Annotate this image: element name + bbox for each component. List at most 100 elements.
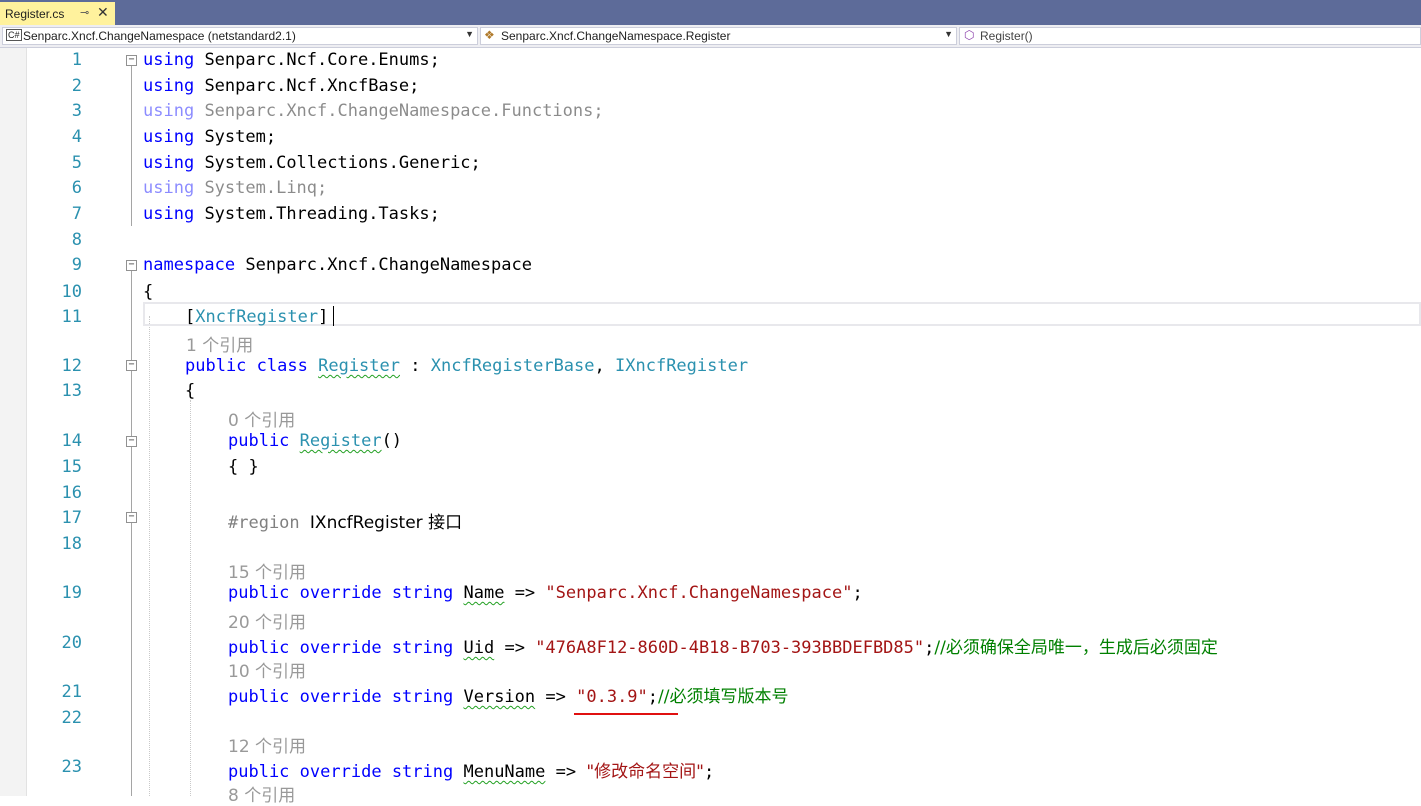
keyword: public <box>228 762 290 782</box>
line-number: 22 <box>61 708 82 728</box>
indent-guide <box>190 400 191 796</box>
keyword: string <box>391 687 454 707</box>
close-icon[interactable]: ✕ <box>97 4 109 21</box>
line-number: 4 <box>71 127 82 147</box>
identifier: System.Collections.Generic; <box>204 153 481 173</box>
operator: => <box>555 762 577 782</box>
keyword: using <box>143 101 195 121</box>
code-line-10: { <box>143 282 153 302</box>
operator: => <box>514 583 536 603</box>
line-number: 13 <box>61 381 82 401</box>
code-editor[interactable]: 1 2 3 4 5 6 7 8 9 10 11 12 13 14 15 16 1… <box>0 48 1421 806</box>
bracket: [ <box>185 307 196 327</box>
codelens-references[interactable]: 12 个引用 <box>228 732 306 757</box>
collapse-icon[interactable]: − <box>126 436 137 447</box>
keyword: using <box>143 153 195 173</box>
codelens-references[interactable]: 20 个引用 <box>228 608 306 633</box>
line-number: 8 <box>71 230 82 250</box>
collapse-icon[interactable]: − <box>126 55 137 66</box>
line-number: 15 <box>61 457 82 477</box>
line-number: 16 <box>61 483 82 503</box>
identifier: System; <box>204 127 277 147</box>
code-line-20: public override string Uid => "476A8F12-… <box>228 633 1218 658</box>
line-number: 10 <box>61 282 82 302</box>
identifier: System.Linq; <box>204 178 328 198</box>
string-literal: "0.3.9" <box>576 687 648 707</box>
keyword: public <box>228 687 290 707</box>
punctuation: , <box>594 356 605 376</box>
keyword: override <box>299 687 382 707</box>
text-caret <box>333 306 334 326</box>
punctuation: : <box>410 356 421 376</box>
member-dropdown[interactable]: ⬡ Register() <box>959 27 1421 45</box>
project-dropdown-label: Senparc.Xncf.ChangeNamespace (netstandar… <box>23 29 296 43</box>
keyword: using <box>143 127 195 147</box>
code-line-19: public override string Name => "Senparc.… <box>228 583 863 603</box>
line-number: 19 <box>61 583 82 603</box>
document-tab-strip: Register.cs ⊸ ✕ <box>0 0 1421 25</box>
line-number: 7 <box>71 204 82 224</box>
tab-register-cs[interactable]: Register.cs ⊸ ✕ <box>0 2 115 25</box>
codelens-references[interactable]: 8 个引用 <box>228 781 295 806</box>
line-number: 12 <box>61 356 82 376</box>
code-line-15: { } <box>228 457 259 477</box>
identifier: Senparc.Ncf.Core.Enums; <box>204 50 440 70</box>
outline-line <box>131 271 132 796</box>
current-line-highlight <box>143 302 1421 326</box>
type-name: IXncfRegister <box>615 356 749 376</box>
navigation-bar: C# Senparc.Xncf.ChangeNamespace (netstan… <box>0 25 1421 48</box>
codelens-references[interactable]: 15 个引用 <box>228 558 306 583</box>
member-dropdown-label: Register() <box>980 29 1033 43</box>
property-name: Version <box>463 687 536 707</box>
collapse-icon[interactable]: − <box>126 512 137 523</box>
csharp-project-icon: C# <box>6 29 22 41</box>
outline-line <box>131 66 132 226</box>
keyword: override <box>299 762 382 782</box>
identifier: System.Threading.Tasks; <box>204 204 440 224</box>
property-name: MenuName <box>463 762 546 782</box>
keyword: public <box>228 638 290 658</box>
string-literal: "476A8F12-860D-4B18-B703-393BBDEFBD85" <box>535 638 925 658</box>
brace: { <box>185 381 196 401</box>
glyph-margin <box>0 48 27 796</box>
keyword: class <box>256 356 308 376</box>
code-line-23: public override string MenuName => "修改命名… <box>228 757 714 782</box>
keyword: override <box>299 583 382 603</box>
code-line-12: public class Register : XncfRegisterBase… <box>185 356 748 376</box>
keyword: string <box>391 638 454 658</box>
comment: //必须确保全局唯一，生成后必须固定 <box>934 638 1218 658</box>
punctuation: ; <box>704 762 715 782</box>
keyword: override <box>299 638 382 658</box>
line-number: 14 <box>61 431 82 451</box>
keyword: using <box>143 76 195 96</box>
class-dropdown[interactable]: ❖ Senparc.Xncf.ChangeNamespace.Register … <box>480 27 957 45</box>
code-line-7: using System.Threading.Tasks; <box>143 204 440 224</box>
keyword: string <box>391 762 454 782</box>
codelens-references[interactable]: 0 个引用 <box>228 406 295 431</box>
class-icon: ❖ <box>484 28 495 42</box>
punctuation: ; <box>924 638 935 658</box>
brace: { <box>143 282 154 302</box>
keyword: public <box>228 583 290 603</box>
code-line-9: namespace Senparc.Xncf.ChangeNamespace <box>143 255 532 275</box>
string-literal: "修改命名空间" <box>586 762 704 782</box>
collapse-icon[interactable]: − <box>126 260 137 271</box>
codelens-references[interactable]: 1 个引用 <box>186 331 253 356</box>
codelens-references[interactable]: 10 个引用 <box>228 657 306 682</box>
code-line-3: using Senparc.Xncf.ChangeNamespace.Funct… <box>143 101 604 121</box>
method-name: Register <box>299 431 382 451</box>
pin-icon[interactable]: ⊸ <box>80 6 89 19</box>
bracket: ] <box>318 307 329 327</box>
string-literal: "Senparc.Xncf.ChangeNamespace" <box>545 583 853 603</box>
code-line-17: #region IXncfRegister 接口 <box>228 508 462 533</box>
identifier: Senparc.Xncf.ChangeNamespace.Functions; <box>204 101 604 121</box>
code-line-21: public override string Version => "0.3.9… <box>228 682 789 707</box>
chevron-down-icon: ▼ <box>944 29 953 39</box>
class-name: Register <box>318 356 400 376</box>
line-number: 20 <box>61 633 82 653</box>
operator: => <box>504 638 525 658</box>
code-line-6: using System.Linq; <box>143 178 327 198</box>
collapse-icon[interactable]: − <box>126 360 137 371</box>
keyword: string <box>391 583 454 603</box>
project-dropdown[interactable]: C# Senparc.Xncf.ChangeNamespace (netstan… <box>2 27 478 45</box>
